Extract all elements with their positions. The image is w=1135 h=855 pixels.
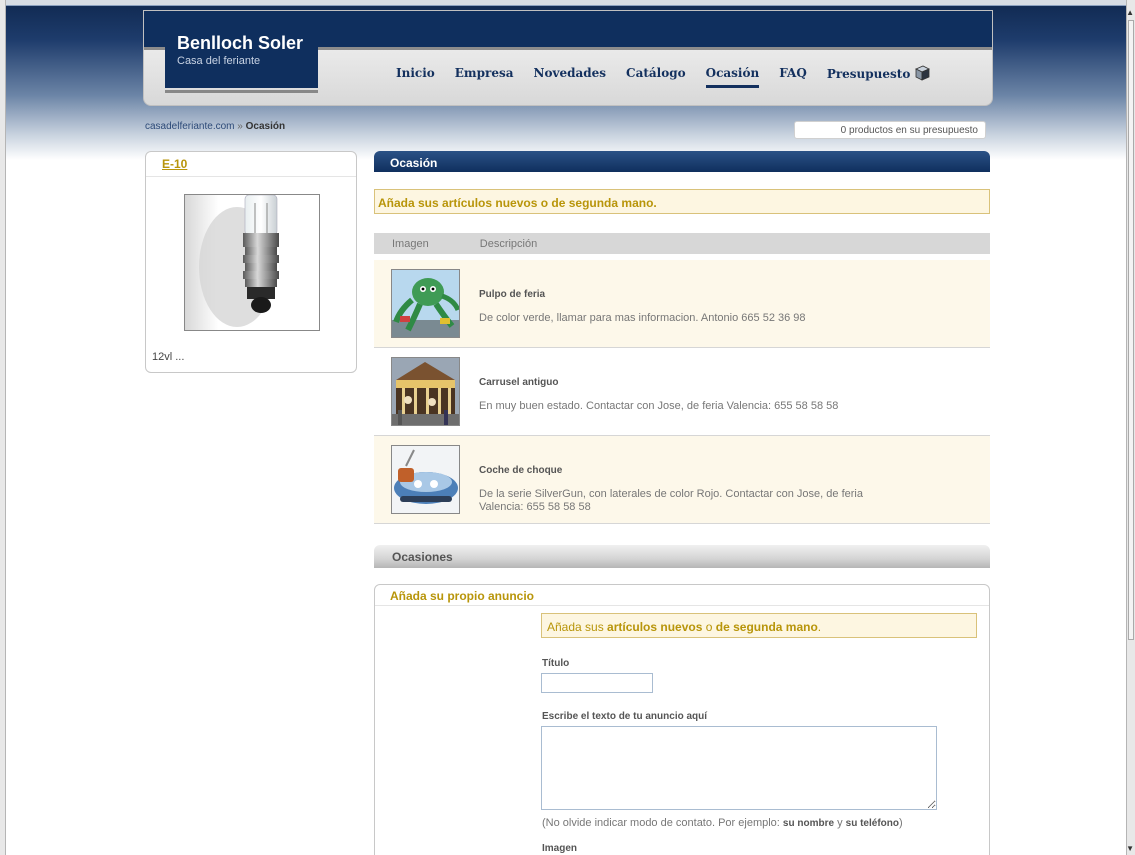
item-title[interactable]: Coche de choque	[479, 465, 562, 476]
scroll-down-arrow-icon[interactable]: ▼	[1126, 844, 1134, 853]
item-thumbnail[interactable]	[391, 445, 460, 514]
bulb-icon	[199, 194, 279, 327]
nav-item-inicio[interactable]: Inicio	[396, 66, 435, 80]
featured-product-caption: 12vl ...	[152, 351, 185, 363]
item-description: En muy buen estado. Contactar con Jose, …	[479, 400, 839, 412]
budget-summary-box[interactable]: 0 productos en su presupuesto	[794, 121, 986, 139]
carousel-image	[392, 358, 459, 425]
site-header: Benlloch Soler Casa del feriante Inicio …	[143, 10, 993, 106]
nav-item-presupuesto[interactable]: Presupuesto	[827, 65, 931, 81]
add-listing-form: Añada su propio anuncio Añada sus artícu…	[374, 584, 990, 855]
nav-item-presupuesto-label: Presupuesto	[826, 67, 911, 81]
image-field-label: Imagen	[542, 843, 578, 854]
divider	[375, 605, 989, 606]
form-notice-second-hand: de segunda mano	[715, 620, 818, 634]
notice-banner: Añada sus artículos nuevos o de segunda …	[374, 189, 990, 214]
featured-product-image[interactable]	[184, 194, 320, 331]
breadcrumb-current: Ocasión	[245, 121, 286, 132]
nav-item-ocasion[interactable]: Ocasión	[705, 66, 759, 88]
featured-product-title[interactable]: E-10	[162, 157, 187, 171]
contact-hint-prefix: (No olvide indicar modo de contato. Por …	[542, 817, 783, 829]
breadcrumb-home-link[interactable]: casadelferiante.com	[145, 121, 235, 132]
item-description: De la serie SilverGun, con laterales de …	[479, 488, 863, 513]
section-header-ocasiones: Ocasiones	[374, 545, 990, 568]
contact-hint: (No olvide indicar modo de contato. Por …	[542, 817, 903, 829]
divider	[146, 176, 356, 177]
nav-item-empresa[interactable]: Empresa	[455, 66, 514, 80]
form-title: Añada su propio anuncio	[390, 589, 535, 603]
site-name: Benlloch Soler	[177, 33, 304, 53]
section-header-ocasion: Ocasión	[374, 151, 990, 172]
main-nav: Inicio Empresa Novedades Catálogo Ocasió…	[396, 65, 950, 88]
vertical-scrollbar[interactable]: ▲ ▼	[1126, 0, 1135, 855]
browser-frame-left	[0, 0, 6, 855]
site-logo[interactable]: Benlloch Soler Casa del feriante	[165, 28, 318, 88]
form-notice-prefix: Añada sus	[547, 620, 608, 634]
form-notice: Añada sus artículos nuevos o de segunda …	[541, 613, 977, 638]
item-title[interactable]: Carrusel antiguo	[479, 377, 558, 388]
featured-product-box: E-10 12vl ...	[145, 151, 357, 373]
octopus-ride-image	[392, 270, 461, 337]
breadcrumb: casadelferiante.com » Ocasión	[145, 121, 285, 132]
item-description: De color verde, llamar para mas informac…	[479, 312, 806, 324]
form-notice-mid: o	[702, 620, 716, 634]
site-tagline: Casa del feriante	[177, 55, 261, 67]
ad-text-input[interactable]	[541, 726, 937, 810]
logo-underline	[165, 90, 318, 93]
table-row[interactable]: Coche de choque De la serie SilverGun, c…	[374, 436, 990, 524]
contact-hint-suffix: )	[899, 817, 903, 829]
scroll-up-arrow-icon[interactable]: ▲	[1126, 8, 1134, 17]
nav-item-faq[interactable]: FAQ	[779, 66, 807, 80]
nav-item-novedades[interactable]: Novedades	[534, 66, 607, 80]
table-row[interactable]: Pulpo de feria De color verde, llamar pa…	[374, 260, 990, 348]
contact-hint-mid: y	[834, 817, 846, 829]
scroll-thumb[interactable]	[1128, 20, 1134, 640]
item-title[interactable]: Pulpo de feria	[479, 289, 545, 300]
bumper-car-image	[392, 446, 459, 513]
nav-item-catalogo[interactable]: Catálogo	[626, 66, 686, 80]
box-icon	[915, 65, 931, 81]
item-thumbnail[interactable]	[391, 357, 460, 426]
column-header-image: Imagen	[392, 238, 429, 250]
column-header-description: Descripción	[479, 238, 538, 250]
contact-hint-phone: su teléfono	[845, 818, 899, 829]
table-row[interactable]: Carrusel antiguo En muy buen estado. Con…	[374, 348, 990, 436]
item-thumbnail[interactable]	[391, 269, 461, 338]
title-field-label: Título	[542, 658, 570, 669]
ad-text-label: Escribe el texto de tu anuncio aquí	[542, 711, 708, 722]
title-input[interactable]	[541, 673, 653, 693]
form-notice-new-items: artículos nuevos	[607, 620, 703, 634]
breadcrumb-separator: »	[237, 121, 243, 132]
table-header: Imagen Descripción	[374, 233, 990, 254]
browser-frame-top	[0, 0, 1135, 6]
contact-hint-name: su nombre	[782, 818, 835, 829]
form-notice-suffix: .	[817, 620, 822, 634]
budget-summary-text: 0 productos en su presupuesto	[840, 125, 978, 136]
